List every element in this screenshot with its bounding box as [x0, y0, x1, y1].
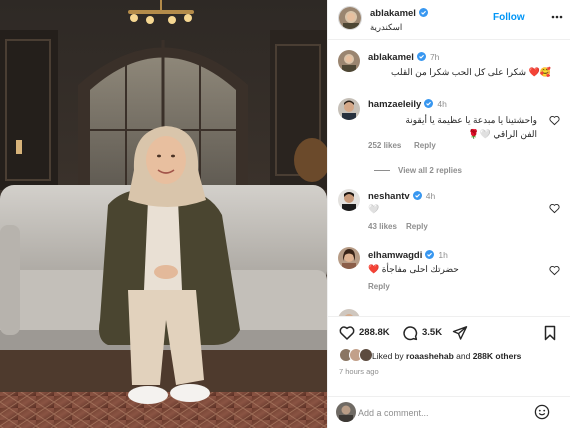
caption-time: 7h: [429, 52, 440, 62]
caption-username[interactable]: ablakamel: [368, 52, 414, 63]
like-count[interactable]: 288.8K: [359, 327, 390, 338]
follow-button[interactable]: Follow: [493, 12, 525, 23]
comments-list[interactable]: ablakamel 7h 🥰❤️ شكرا على كل الحب شكرا من…: [328, 41, 570, 316]
comment-text: حضرتك احلى مفاجأة ❤️: [368, 264, 459, 274]
comment-username[interactable]: elhamwagdi: [368, 250, 422, 261]
comment-avatar[interactable]: [338, 189, 360, 211]
verified-icon: [412, 191, 422, 200]
comment-reply-button[interactable]: Reply: [414, 141, 436, 150]
add-comment-bar: [328, 396, 570, 428]
author-username[interactable]: ablakamel: [370, 8, 416, 19]
comment-reply-button[interactable]: Reply: [368, 282, 390, 291]
replies-divider: [374, 170, 390, 172]
post-image: [0, 0, 327, 428]
author-username-row[interactable]: ablakamel: [370, 8, 428, 19]
comment-text-line2: الفن الراقي 🤍🌹: [468, 129, 537, 139]
verified-icon: [418, 8, 428, 17]
posted-time[interactable]: 7 hours ago: [339, 367, 379, 376]
emoji-icon[interactable]: [534, 404, 550, 420]
viewer-avatar: [336, 402, 356, 422]
verified-icon: [416, 52, 426, 61]
comment-time: 1h: [438, 250, 448, 260]
comment-username[interactable]: neshantv: [368, 191, 410, 202]
comment-time: 4h: [437, 99, 447, 109]
post-photo[interactable]: [0, 0, 327, 428]
liked-by-user[interactable]: roaashehab: [406, 351, 454, 361]
comment-username-row: hamzaeleily 4h: [368, 99, 447, 110]
comment-like-heart-icon[interactable]: [549, 203, 560, 214]
liked-by-and: and: [456, 351, 471, 361]
more-icon[interactable]: [550, 10, 564, 24]
comment-likes[interactable]: 252 likes: [368, 141, 401, 150]
share-icon[interactable]: [452, 325, 468, 341]
heart-icon[interactable]: [339, 325, 355, 341]
post-actions: 288.8K 3.5K Liked by roaashehab and 288K…: [328, 316, 570, 396]
comment-username-row: elhamwagdi 1h: [368, 250, 448, 261]
comment-avatar[interactable]: [338, 98, 360, 120]
verified-icon: [425, 250, 435, 259]
liked-by-prefix: Liked by: [372, 351, 404, 361]
comment-avatar[interactable]: [338, 247, 360, 269]
post-location[interactable]: اسكندرية: [370, 22, 402, 33]
verified-icon: [424, 99, 434, 108]
comment-count[interactable]: 3.5K: [422, 327, 442, 338]
author-avatar[interactable]: [338, 6, 362, 30]
post-header: ablakamel اسكندرية Follow: [328, 0, 570, 40]
comment-username-row: neshantv 4h: [368, 191, 435, 202]
comment-icon[interactable]: [402, 325, 418, 341]
view-replies-button[interactable]: View all 2 replies: [374, 166, 462, 175]
bookmark-icon[interactable]: [542, 325, 558, 341]
comment-text-line1: واحشتينا يا مبدعة يا عظيمة يا أيقونة: [405, 115, 537, 125]
post-side-panel: ablakamel اسكندرية Follow ablakamel 7h 🥰❤…: [327, 0, 570, 428]
view-replies-label: View all 2 replies: [398, 166, 462, 175]
caption-avatar[interactable]: [338, 50, 360, 72]
caption-text: 🥰❤️ شكرا على كل الحب شكرا من القلب: [391, 67, 551, 77]
comment-like-heart-icon[interactable]: [549, 115, 560, 126]
liked-by-text: Liked by roaashehab and 288K others: [372, 351, 521, 361]
add-comment-input[interactable]: [358, 405, 538, 421]
comment-like-heart-icon[interactable]: [549, 265, 560, 276]
comment-username[interactable]: hamzaeleily: [368, 99, 421, 110]
comment-likes[interactable]: 43 likes: [368, 222, 397, 231]
comment-reply-button[interactable]: Reply: [406, 222, 428, 231]
comment-time: 4h: [425, 191, 436, 201]
comment-text: 🤍: [368, 204, 380, 214]
post-modal: ablakamel اسكندرية Follow ablakamel 7h 🥰❤…: [0, 0, 570, 428]
comment-avatar[interactable]: [338, 309, 360, 316]
caption-username-row: ablakamel 7h: [368, 52, 439, 63]
liked-by-others[interactable]: 288K others: [473, 351, 522, 361]
